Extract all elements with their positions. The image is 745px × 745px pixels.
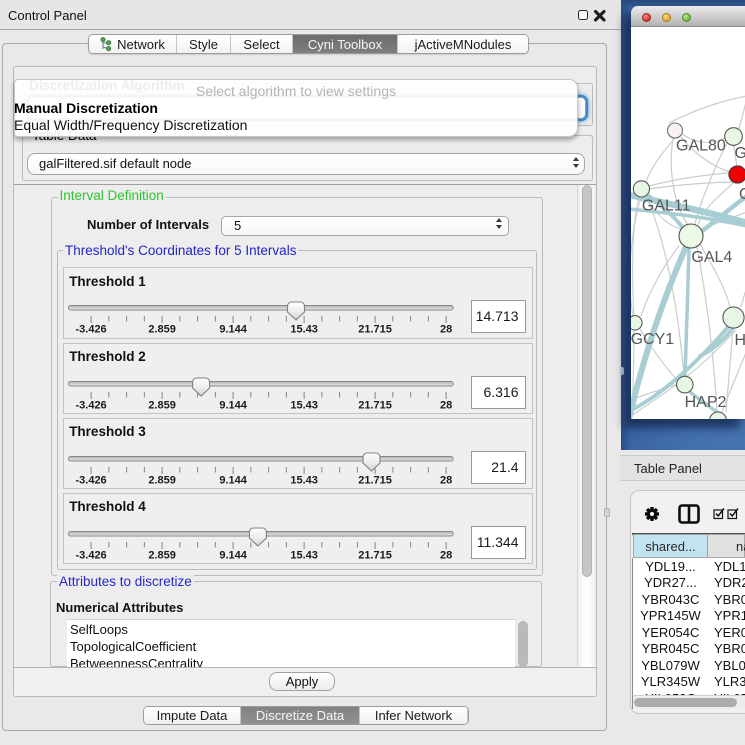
svg-text:2.859: 2.859	[148, 399, 176, 411]
svg-text:GAL4: GAL4	[691, 249, 732, 266]
svg-text:2.859: 2.859	[148, 474, 176, 486]
svg-text:-3.426: -3.426	[75, 474, 106, 486]
svg-text:GAL80: GAL80	[676, 138, 726, 155]
svg-text:2.859: 2.859	[148, 549, 176, 561]
svg-text:28: 28	[440, 549, 452, 561]
svg-text:2.859: 2.859	[148, 324, 176, 336]
svg-text:H: H	[735, 332, 745, 349]
svg-text:-3.426: -3.426	[75, 324, 106, 336]
svg-text:9.144: 9.144	[219, 549, 247, 561]
svg-text:HAP2: HAP2	[685, 394, 727, 411]
svg-text:-3.426: -3.426	[75, 549, 106, 561]
svg-text:21.715: 21.715	[358, 549, 392, 561]
svg-text:-3.426: -3.426	[75, 399, 106, 411]
svg-text:9.144: 9.144	[219, 474, 247, 486]
svg-text:28: 28	[440, 474, 452, 486]
svg-text:9.144: 9.144	[219, 324, 247, 336]
svg-text:GAL11: GAL11	[642, 198, 691, 215]
svg-text:21.715: 21.715	[358, 324, 392, 336]
svg-text:GCY1: GCY1	[631, 331, 674, 348]
svg-text:15.43: 15.43	[290, 549, 318, 561]
svg-text:21.715: 21.715	[358, 474, 392, 486]
svg-text:28: 28	[440, 324, 452, 336]
svg-text:21.715: 21.715	[358, 399, 392, 411]
svg-text:15.43: 15.43	[290, 474, 318, 486]
svg-text:15.43: 15.43	[290, 324, 318, 336]
svg-text:C: C	[739, 186, 745, 203]
svg-text:15.43: 15.43	[290, 399, 318, 411]
svg-text:28: 28	[440, 399, 452, 411]
svg-text:9.144: 9.144	[219, 399, 247, 411]
svg-text:GA: GA	[735, 145, 745, 162]
